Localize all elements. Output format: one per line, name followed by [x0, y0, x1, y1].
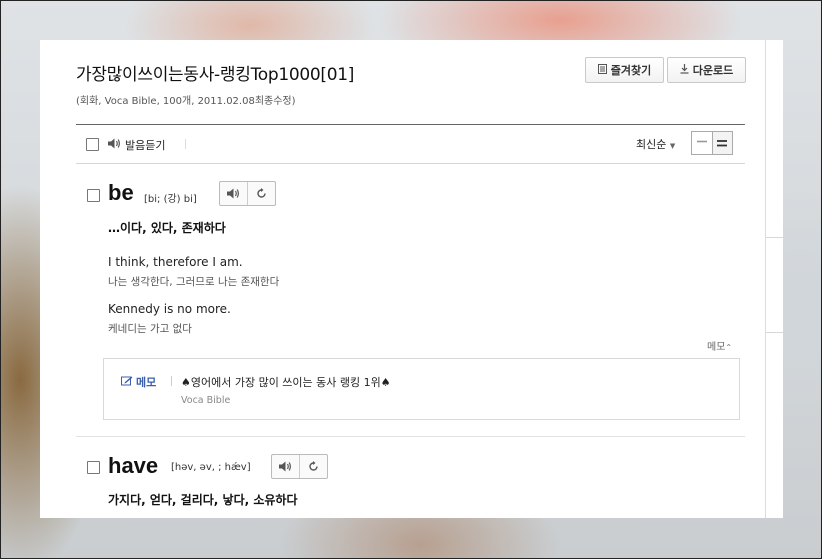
entry-checkbox[interactable] — [87, 189, 100, 202]
speaker-icon[interactable] — [220, 182, 247, 205]
scrollbar[interactable] — [765, 40, 783, 518]
memo-toggle[interactable]: 메모⌃ — [707, 338, 732, 353]
entry-meaning: 가지다, 얻다, 걸리다, 낳다, 소유하다 — [108, 493, 298, 507]
entry-pronunciation: [bi; (강) bi] — [144, 194, 197, 205]
example-translation: 케네디는 가고 없다 — [108, 323, 192, 335]
speaker-icon — [108, 138, 121, 152]
page-title: 가장많이쓰이는동사-랭킹Top1000[01] — [76, 65, 355, 85]
memo-toggle-label: 메모 — [707, 342, 726, 353]
example-sentence: Kennedy is no more. — [108, 302, 231, 316]
memo-divider — [171, 376, 172, 386]
bookmark-icon — [597, 63, 607, 77]
view-detail-button[interactable] — [711, 132, 732, 154]
memo-box: 메모 ♠영어에서 가장 많이 쓰이는 동사 랭킹 1위♠ Voca Bible — [103, 358, 740, 420]
sort-label: 최신순 — [636, 138, 667, 151]
entry-checkbox[interactable] — [87, 461, 100, 474]
repeat-icon[interactable] — [247, 182, 275, 205]
chevron-up-icon: ⌃ — [725, 343, 733, 352]
scrollbar-marker — [766, 332, 783, 333]
repeat-icon[interactable] — [299, 455, 327, 478]
download-button[interactable]: 다운로드 — [667, 57, 746, 83]
speaker-icon[interactable] — [272, 455, 299, 478]
wordbook-panel: 가장많이쓰이는동사-랭킹Top1000[01] (회화, Voca Bible,… — [40, 40, 782, 518]
example-sentence: I think, therefore I am. — [108, 255, 243, 269]
entry-sound-controls — [219, 181, 276, 206]
scrollbar-marker — [766, 237, 783, 238]
view-simple-button[interactable] — [692, 132, 712, 154]
download-icon — [680, 63, 689, 77]
entry-divider — [76, 436, 745, 437]
download-label: 다운로드 — [692, 64, 734, 77]
listen-all-button[interactable]: 발음듣기 — [108, 137, 165, 153]
entry-pronunciation: [həv, əv, ; hǽv] — [171, 462, 251, 473]
memo-source: Voca Bible — [181, 395, 231, 406]
pencil-icon — [121, 376, 133, 389]
memo-text: ♠영어에서 가장 많이 쓰이는 동사 랭킹 1위♠ — [181, 376, 391, 389]
entry-word: have — [108, 453, 159, 478]
entry-meaning: …이다, 있다, 존재하다 — [108, 221, 226, 235]
entry-sound-controls — [271, 454, 328, 479]
listen-all-label: 발음듣기 — [125, 139, 166, 152]
memo-label: 메모 — [121, 374, 156, 390]
example-translation: 나는 생각한다, 그러므로 나는 존재한다 — [108, 276, 280, 288]
favorite-label: 즐겨찾기 — [610, 64, 652, 77]
wordbook-meta: (회화, Voca Bible, 100개, 2011.02.08최종수정) — [76, 96, 296, 107]
entry-word: be — [108, 180, 134, 205]
chevron-down-icon: ▼ — [669, 142, 676, 150]
toolbar-divider — [185, 139, 186, 149]
sort-dropdown[interactable]: 최신순 ▼ — [636, 136, 675, 152]
favorite-button[interactable]: 즐겨찾기 — [585, 57, 664, 83]
view-mode-toggle — [691, 131, 733, 155]
list-toolbar: 발음듣기 최신순 ▼ — [76, 124, 745, 164]
select-all-checkbox[interactable] — [86, 138, 99, 151]
